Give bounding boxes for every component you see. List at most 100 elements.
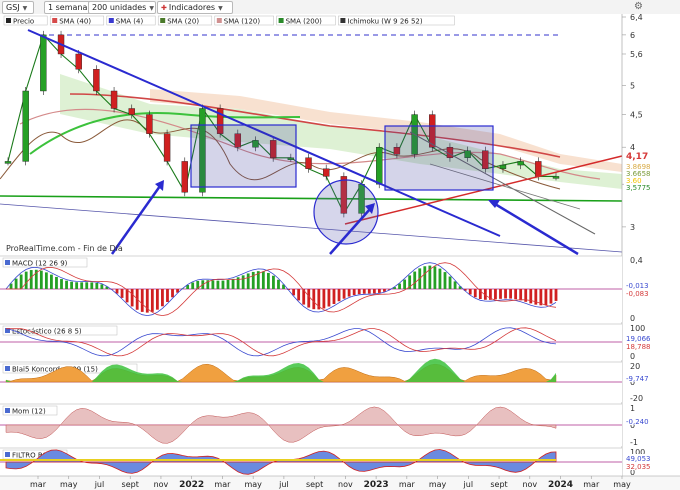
x-tick-label: sept bbox=[490, 480, 507, 489]
macd-histogram-bar bbox=[150, 289, 154, 312]
chart-area[interactable]: ProRealTime.com - Fin de Día Precio SMA (… bbox=[0, 14, 680, 490]
macd-histogram-bar bbox=[509, 289, 512, 299]
panel-value-badge: -0,240 bbox=[626, 418, 649, 426]
panel-legend-swatch bbox=[5, 260, 10, 265]
x-tick-label: mar bbox=[583, 480, 600, 489]
settings-gear-icon[interactable]: ⚙ bbox=[633, 1, 644, 12]
macd-histogram-bar bbox=[423, 266, 427, 289]
macd-histogram-bar bbox=[453, 281, 457, 289]
macd-histogram-bar bbox=[514, 289, 518, 300]
price-legend: Precio SMA (40) SMA (4) SMA (20) SMA (120) SM… bbox=[3, 15, 455, 26]
x-tick-label: sept bbox=[306, 480, 323, 489]
macd-histogram-bar bbox=[221, 280, 225, 289]
macd-histogram-bar bbox=[29, 270, 33, 289]
x-tick-label: jul bbox=[278, 480, 289, 489]
macd-histogram-bar bbox=[433, 266, 437, 289]
macd-histogram-bar bbox=[85, 282, 89, 289]
macd-histogram-bar bbox=[266, 272, 270, 289]
panel-value-badge: -0,013 bbox=[626, 282, 649, 290]
macd-histogram-bar bbox=[90, 282, 94, 289]
macd-histogram-bar bbox=[226, 280, 230, 289]
macd-histogram-bar bbox=[332, 289, 336, 304]
y-tick-label: 3 bbox=[630, 223, 635, 232]
candle-body bbox=[499, 164, 507, 169]
macd-histogram-bar bbox=[342, 289, 346, 299]
macd-histogram-bar bbox=[549, 289, 553, 304]
candle-body bbox=[22, 90, 29, 162]
panel-tick-label: 100 bbox=[630, 324, 645, 333]
consolidation-box-1[interactable] bbox=[190, 124, 297, 188]
macd-histogram-bar bbox=[191, 282, 195, 289]
y-tick-label: 6 bbox=[630, 31, 635, 40]
macd-histogram-bar bbox=[367, 289, 371, 294]
legend-label: SMA (4) bbox=[116, 18, 144, 26]
macd-histogram-bar bbox=[544, 289, 548, 306]
macd-histogram-bar bbox=[246, 273, 250, 289]
x-tick-label: mar bbox=[399, 480, 416, 489]
period-select[interactable]: 1 semana▼ bbox=[44, 1, 95, 14]
indicators-label: Indicadores bbox=[168, 3, 216, 12]
indicator-panel: Estocástico (26 8 5)10050019,06618,788 bbox=[0, 323, 674, 361]
candle-body bbox=[322, 168, 330, 177]
candle-body bbox=[535, 161, 542, 177]
chevron-down-icon: ▼ bbox=[149, 5, 154, 12]
x-tick-label: 2023 bbox=[364, 480, 389, 490]
legend-swatch bbox=[160, 18, 166, 23]
panel-tick-label: -20 bbox=[630, 394, 643, 403]
value-badge: 3,5775 bbox=[626, 184, 651, 192]
y-tick-label: 4,5 bbox=[630, 111, 643, 120]
macd-histogram-bar bbox=[277, 279, 280, 289]
macd-histogram-bar bbox=[272, 275, 275, 289]
macd-histogram-bar bbox=[161, 289, 164, 307]
x-tick-label: jul bbox=[94, 480, 105, 489]
legend-label: Precio bbox=[13, 18, 34, 26]
x-tick-label: may bbox=[429, 480, 447, 489]
candle-body bbox=[376, 147, 383, 185]
candle-body bbox=[552, 176, 560, 179]
panel-value-badge: 19,066 bbox=[626, 335, 651, 343]
macd-histogram-bar bbox=[403, 279, 407, 289]
indicator-panels: MACD (12 26 9)0,40,20-0,013-0,083Estocás… bbox=[0, 255, 674, 477]
macd-histogram-bar bbox=[39, 270, 43, 289]
candle-body bbox=[146, 114, 153, 134]
macd-histogram-bar bbox=[65, 280, 68, 289]
panel-label: MACD (12 26 9) bbox=[12, 260, 68, 268]
macd-histogram-bar bbox=[155, 289, 159, 310]
y-tick-label: 5,6 bbox=[630, 50, 643, 59]
panel-tick-label: 0 bbox=[630, 352, 635, 361]
macd-histogram-bar bbox=[100, 284, 104, 289]
macd-histogram-bar bbox=[357, 289, 361, 295]
indicators-button[interactable]: ✚ Indicadores ▼ bbox=[157, 1, 233, 14]
legend-label: Ichimoku (W 9 26 52) bbox=[347, 18, 422, 26]
macd-histogram-bar bbox=[362, 289, 366, 294]
symbol-select[interactable]: GSJ ▼ bbox=[2, 1, 34, 14]
macd-histogram-bar bbox=[473, 289, 477, 298]
candle-body bbox=[40, 34, 47, 92]
macd-histogram-bar bbox=[297, 289, 301, 301]
macd-histogram-bar bbox=[80, 282, 84, 289]
consolidation-box-2[interactable] bbox=[384, 125, 494, 191]
x-tick-label: 2024 bbox=[548, 480, 573, 490]
legend-swatch bbox=[6, 18, 11, 23]
candle-body bbox=[128, 108, 135, 115]
legend-swatch bbox=[340, 18, 346, 23]
macd-histogram-bar bbox=[372, 289, 376, 294]
legend-label: SMA (40) bbox=[59, 18, 91, 26]
macd-histogram-bar bbox=[398, 283, 401, 289]
candle-body bbox=[93, 69, 100, 92]
panel-tick-label: 1 bbox=[630, 404, 635, 413]
macd-histogram-bar bbox=[494, 289, 497, 300]
panel-legend-swatch bbox=[5, 452, 10, 457]
macd-histogram-bar bbox=[19, 274, 23, 289]
y-tick-label: 5 bbox=[630, 81, 635, 90]
watermark-text: ProRealTime.com - Fin de Día bbox=[6, 244, 123, 253]
x-tick-label: may bbox=[244, 480, 262, 489]
units-select[interactable]: 200 unidades ▼ bbox=[88, 1, 156, 14]
panel-value-badge: 49,053 bbox=[626, 455, 651, 463]
macd-histogram-bar bbox=[70, 281, 73, 289]
panel-tick-label: 0 bbox=[630, 314, 635, 323]
x-tick-label: may bbox=[60, 480, 78, 489]
candle-body bbox=[181, 161, 188, 193]
x-tick-label: may bbox=[613, 480, 631, 489]
legend-swatch bbox=[108, 18, 114, 23]
